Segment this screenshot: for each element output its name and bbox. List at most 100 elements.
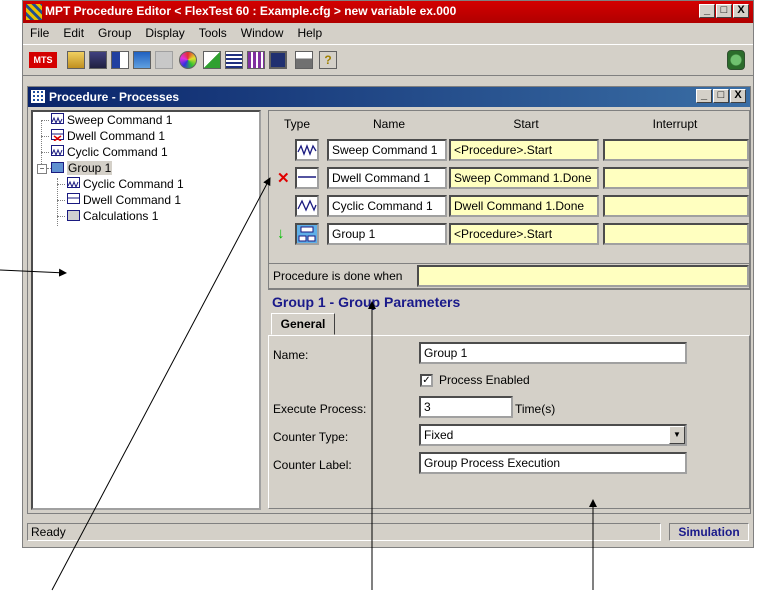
group-icon[interactable] bbox=[133, 51, 151, 69]
process-enabled-label: Process Enabled bbox=[439, 373, 530, 387]
child-window-title: Procedure - Processes bbox=[49, 90, 180, 104]
dwell-icon bbox=[67, 193, 80, 204]
table-row[interactable]: ↓ Group 1 <Procedure>.Start bbox=[269, 223, 749, 248]
app-logo-icon bbox=[26, 4, 42, 20]
start-field[interactable]: Dwell Command 1.Done bbox=[449, 195, 599, 217]
header-interrupt: Interrupt bbox=[652, 117, 698, 131]
start-field[interactable]: <Procedure>.Start bbox=[449, 139, 599, 161]
interrupt-field[interactable] bbox=[603, 195, 749, 217]
tree-item-group-dwell-command[interactable]: Dwell Command 1 bbox=[67, 193, 181, 208]
menu-bar: File Edit Group Display Tools Window Hel… bbox=[23, 23, 753, 43]
interrupt-field[interactable] bbox=[603, 139, 749, 161]
recycle-bin-icon[interactable] bbox=[727, 50, 745, 70]
dwell-icon[interactable] bbox=[295, 167, 319, 189]
procedure-done-field[interactable] bbox=[417, 265, 749, 287]
maximize-button[interactable]: □ bbox=[716, 4, 732, 18]
child-title-bar[interactable]: Procedure - Processes _ □ X bbox=[28, 87, 750, 107]
counter-type-label: Counter Type: bbox=[273, 430, 349, 444]
save-icon[interactable] bbox=[89, 51, 107, 69]
title-bar[interactable]: MPT Procedure Editor < FlexTest 60 : Exa… bbox=[23, 1, 753, 23]
menu-help[interactable]: Help bbox=[290, 23, 329, 43]
properties-icon[interactable] bbox=[225, 51, 243, 69]
tree-item-cyclic-command[interactable]: Cyclic Command 1 bbox=[51, 145, 168, 160]
add-process-icon[interactable] bbox=[111, 51, 129, 69]
collapse-toggle[interactable]: − bbox=[37, 164, 47, 174]
arrow-down-icon: ↓ bbox=[277, 225, 285, 242]
group-icon[interactable] bbox=[295, 223, 319, 245]
open-icon[interactable] bbox=[67, 51, 85, 69]
status-text: Ready bbox=[27, 523, 661, 541]
start-field[interactable]: <Procedure>.Start bbox=[449, 223, 599, 245]
status-mode: Simulation bbox=[669, 523, 749, 541]
tree-item-calculations[interactable]: Calculations 1 bbox=[67, 209, 158, 224]
general-tab-page: Name: Group 1 ✓ Process Enabled Execute … bbox=[268, 335, 750, 509]
header-start: Start bbox=[513, 117, 539, 131]
procedure-processes-window: Procedure - Processes _ □ X − Sweep Comm… bbox=[27, 86, 751, 514]
table-icon bbox=[31, 90, 45, 103]
procedure-done-label: Procedure is done when bbox=[273, 269, 403, 283]
color-icon[interactable] bbox=[179, 51, 197, 69]
execute-process-field[interactable]: 3 bbox=[419, 396, 513, 418]
counter-label-label: Counter Label: bbox=[273, 458, 352, 472]
menu-display[interactable]: Display bbox=[138, 23, 191, 43]
menu-window[interactable]: Window bbox=[234, 23, 291, 43]
menu-edit[interactable]: Edit bbox=[56, 23, 91, 43]
start-field[interactable]: Sweep Command 1.Done bbox=[449, 167, 599, 189]
name-field[interactable]: Sweep Command 1 bbox=[327, 139, 447, 161]
group-name-field[interactable]: Group 1 bbox=[419, 342, 687, 364]
child-minimize-button[interactable]: _ bbox=[696, 89, 712, 103]
calculator-icon bbox=[67, 210, 80, 221]
execute-process-label: Execute Process: bbox=[273, 402, 367, 416]
menu-group[interactable]: Group bbox=[91, 23, 138, 43]
process-enabled-checkbox[interactable]: ✓ bbox=[420, 374, 433, 387]
edit-icon[interactable] bbox=[203, 51, 221, 69]
name-label: Name: bbox=[273, 348, 309, 362]
child-maximize-button[interactable]: □ bbox=[713, 89, 729, 103]
ungroup-icon[interactable] bbox=[155, 51, 173, 69]
application-window: MPT Procedure Editor < FlexTest 60 : Exa… bbox=[22, 0, 754, 548]
dwell-icon bbox=[51, 129, 64, 142]
header-name: Name bbox=[372, 117, 405, 131]
menu-file[interactable]: File bbox=[23, 23, 56, 43]
table-row[interactable]: Cyclic Command 1 Dwell Command 1.Done bbox=[269, 195, 749, 220]
cyclic-icon[interactable] bbox=[295, 195, 319, 217]
tree-item-sweep-command[interactable]: Sweep Command 1 bbox=[51, 113, 172, 128]
name-field[interactable]: Cyclic Command 1 bbox=[327, 195, 447, 217]
interrupt-field[interactable] bbox=[603, 223, 749, 245]
cyclic-icon bbox=[67, 177, 80, 189]
lock-icon[interactable] bbox=[295, 51, 313, 69]
toolbar: MTS ? bbox=[23, 44, 753, 76]
minimize-button[interactable]: _ bbox=[699, 4, 715, 18]
help-icon[interactable]: ? bbox=[319, 51, 337, 69]
monitor-icon[interactable] bbox=[269, 51, 287, 69]
sweep-icon[interactable] bbox=[295, 139, 319, 161]
procedure-done-row: Procedure is done when bbox=[268, 263, 750, 289]
header-type: Type bbox=[283, 117, 310, 131]
group-icon bbox=[51, 162, 64, 173]
mts-logo-button[interactable]: MTS bbox=[29, 52, 57, 68]
close-button[interactable]: X bbox=[733, 4, 749, 18]
chevron-down-icon[interactable]: ▼ bbox=[669, 426, 685, 444]
counter-label-field[interactable]: Group Process Execution bbox=[419, 452, 687, 474]
cyclic-icon bbox=[51, 145, 64, 157]
name-field[interactable]: Group 1 bbox=[327, 223, 447, 245]
interrupt-field[interactable] bbox=[603, 167, 749, 189]
child-close-button[interactable]: X bbox=[730, 89, 746, 103]
status-bar: Ready Simulation bbox=[25, 521, 751, 545]
stats-icon[interactable] bbox=[247, 51, 265, 69]
tree-item-group-cyclic-command[interactable]: Cyclic Command 1 bbox=[67, 177, 184, 192]
execute-unit-label: Time(s) bbox=[515, 402, 556, 416]
table-row[interactable]: ✕ Dwell Command 1 Sweep Command 1.Done bbox=[269, 167, 749, 192]
group-parameters-title: Group 1 - Group Parameters bbox=[272, 294, 461, 310]
counter-type-select[interactable]: Fixed ▼ bbox=[419, 424, 687, 446]
table-row[interactable]: Sweep Command 1 <Procedure>.Start bbox=[269, 139, 749, 164]
tab-general[interactable]: General bbox=[271, 313, 335, 335]
sweep-icon bbox=[51, 113, 64, 125]
x-mark-icon: ✕ bbox=[277, 170, 290, 187]
tree-item-dwell-command[interactable]: Dwell Command 1 bbox=[51, 129, 165, 144]
name-field[interactable]: Dwell Command 1 bbox=[327, 167, 447, 189]
menu-tools[interactable]: Tools bbox=[192, 23, 234, 43]
tree-item-group[interactable]: Group 1 bbox=[51, 161, 113, 176]
process-tree[interactable]: − Sweep Command 1 Dwell Command 1 Cyclic… bbox=[31, 110, 261, 510]
window-title: MPT Procedure Editor < FlexTest 60 : Exa… bbox=[45, 4, 457, 18]
